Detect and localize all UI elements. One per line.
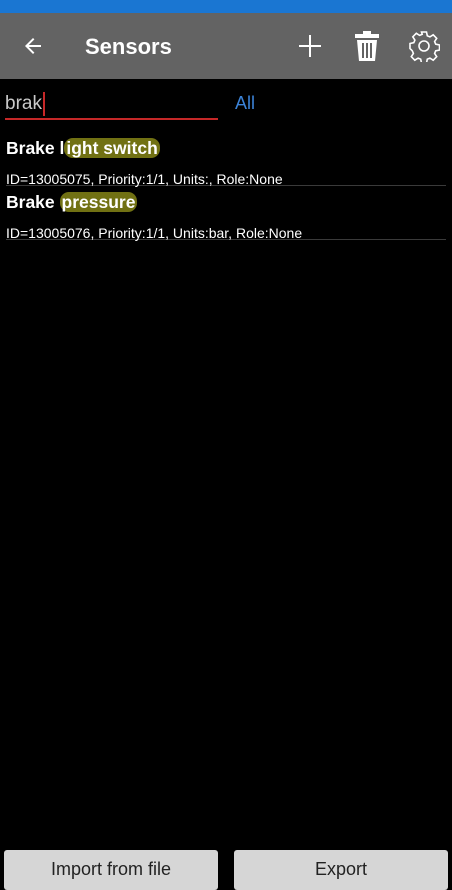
text-cursor [43,92,45,116]
sensor-name-text: Brake l [6,138,65,158]
sensor-name: Brake l ight switch [6,138,160,159]
search-highlight: pressure [59,192,138,212]
gear-icon [409,31,440,62]
sensor-details: ID=13005075, Priority:1/1, Units:, Role:… [6,171,283,187]
filter-all-button[interactable]: All [235,93,255,114]
list-item[interactable]: Brake l ight switch ID=13005075, Priority… [6,132,446,187]
arrow-left-icon [25,38,41,54]
trash-icon [355,31,379,61]
search-input[interactable] [5,90,217,118]
plus-icon [299,35,321,57]
sensor-name: Brake pressure [6,192,138,213]
delete-button[interactable] [348,27,386,65]
add-sensor-button[interactable] [291,27,329,65]
sensor-details: ID=13005076, Priority:1/1, Units:bar, Ro… [6,225,303,241]
sensor-list: Brake l ight switch ID=13005075, Priority… [0,132,452,241]
search-row: All [0,80,452,124]
search-underline [5,118,218,120]
sensor-name-text: Brake [6,192,60,212]
export-button[interactable]: Export [234,850,448,890]
status-bar [0,0,452,13]
list-item[interactable]: Brake pressure ID=13005076, Priority:1/1… [6,186,446,241]
page-title: Sensors [85,34,172,59]
search-highlight: ight switch [64,138,160,158]
import-from-file-button[interactable]: Import from file [4,850,218,890]
settings-button[interactable] [405,27,443,65]
back-button[interactable] [16,30,50,62]
app-bar: Sensors [0,13,452,79]
